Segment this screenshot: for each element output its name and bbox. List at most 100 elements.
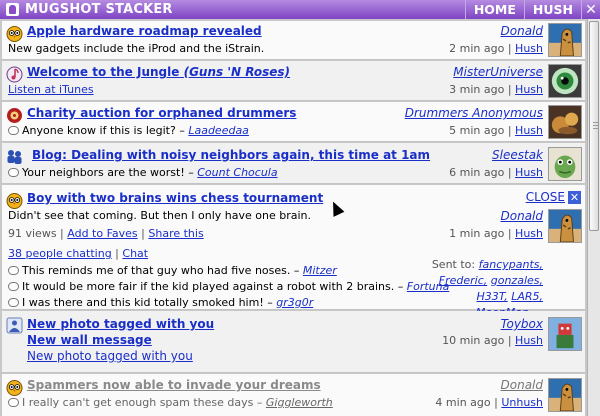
group-badge-icon bbox=[7, 108, 22, 123]
recipient-link[interactable]: gonzales, bbox=[491, 274, 543, 287]
item-headline[interactable]: Boy with two brains wins chess tournamen… bbox=[27, 191, 323, 205]
scrollbar-thumb[interactable] bbox=[589, 21, 599, 231]
comment-text: I was there and this kid totally smoked … bbox=[22, 296, 273, 309]
item-time: 10 min ago bbox=[442, 334, 505, 347]
owl-icon bbox=[6, 380, 23, 396]
meta-separator: | bbox=[490, 396, 502, 409]
share-link[interactable]: Share this bbox=[148, 227, 203, 240]
item-actions: 91 views | Add to Faves | Share this bbox=[8, 227, 204, 240]
item-comment: Anyone know if this is legit? – Laadeeda… bbox=[8, 124, 249, 137]
item-description: Didn't see that coming. But then I only … bbox=[8, 209, 311, 222]
list-item: Charity auction for orphaned drummers An… bbox=[2, 102, 585, 142]
list-item: Apple hardware roadmap revealed New gadg… bbox=[2, 21, 585, 60]
item-time: 3 min ago bbox=[449, 83, 505, 96]
hush-link[interactable]: Hush bbox=[515, 124, 543, 137]
item-headline[interactable]: New photo tagged with you bbox=[27, 317, 214, 331]
comment-text: Anyone know if this is legit? – bbox=[22, 124, 185, 137]
avatar[interactable] bbox=[548, 209, 582, 243]
item-sender[interactable]: Drummers Anonymous bbox=[405, 106, 543, 120]
chat-comment: This reminds me of that guy who had five… bbox=[8, 264, 337, 277]
chat-bubble-icon bbox=[8, 126, 19, 135]
item-sender[interactable]: MisterUniverse bbox=[453, 65, 543, 79]
music-note-icon bbox=[6, 66, 23, 83]
mugshot-logo-icon bbox=[6, 3, 19, 16]
meta-separator: | bbox=[504, 83, 516, 96]
recipient-link[interactable]: LAR5, bbox=[511, 290, 543, 303]
comment-author[interactable]: Laadeedaa bbox=[188, 124, 249, 137]
owl-icon bbox=[6, 26, 23, 42]
item-headline[interactable]: Blog: Dealing with noisy neighbors again… bbox=[32, 148, 430, 162]
people-chatting-link[interactable]: 38 people chatting bbox=[8, 247, 112, 260]
chat-comment: I was there and this kid totally smoked … bbox=[8, 296, 313, 309]
chat-comment: It would be more fair if the kid played … bbox=[8, 280, 449, 293]
avatar[interactable] bbox=[548, 105, 582, 139]
comment-text: It would be more fair if the kid played … bbox=[22, 280, 404, 293]
avatar[interactable] bbox=[548, 378, 582, 412]
close-x-icon[interactable]: ✕ bbox=[568, 190, 581, 204]
item-headline[interactable]: New photo tagged with you bbox=[27, 349, 193, 363]
list-item: Blog: Dealing with noisy neighbors again… bbox=[2, 143, 585, 184]
item-headline[interactable]: Spammers now able to invade your dreams bbox=[27, 378, 321, 392]
avatar[interactable] bbox=[548, 23, 582, 57]
comment-text: I really can't get enough spam these day… bbox=[22, 396, 263, 409]
hush-link[interactable]: Hush bbox=[515, 334, 543, 347]
chat-bubble-icon bbox=[8, 266, 19, 275]
list-item: Welcome to the Jungle (Guns 'N Roses) Li… bbox=[2, 61, 585, 101]
item-time: 2 min ago bbox=[449, 42, 505, 55]
recipient-link[interactable]: H33T, bbox=[477, 290, 508, 303]
sent-to-label: Sent to: bbox=[431, 258, 476, 271]
chat-bubble-icon bbox=[8, 282, 19, 291]
chat-bubble-icon bbox=[8, 298, 19, 307]
chat-actions: 38 people chatting | Chat bbox=[8, 247, 149, 260]
item-sender[interactable]: Donald bbox=[501, 378, 544, 392]
owl-icon bbox=[6, 193, 23, 209]
people-icon bbox=[7, 150, 22, 164]
unhush-link[interactable]: Unhush bbox=[501, 396, 543, 409]
listen-itunes-link[interactable]: Listen at iTunes bbox=[8, 83, 94, 96]
chat-bubble-icon bbox=[8, 168, 19, 177]
close-icon[interactable]: ✕ bbox=[581, 0, 600, 19]
recipient-link[interactable]: fancypants, bbox=[479, 258, 543, 271]
chat-link[interactable]: Chat bbox=[122, 247, 148, 260]
meta-separator: | bbox=[504, 334, 516, 347]
close-link[interactable]: CLOSE bbox=[526, 190, 565, 204]
comment-author[interactable]: Giggleworth bbox=[266, 396, 333, 409]
item-time: 1 min ago bbox=[449, 227, 505, 240]
avatar[interactable] bbox=[548, 64, 582, 98]
hush-link[interactable]: Hush bbox=[515, 227, 543, 240]
item-sender[interactable]: Sleestak bbox=[492, 148, 543, 162]
comment-author[interactable]: Mitzer bbox=[303, 264, 337, 277]
comment-author[interactable]: Count Chocula bbox=[197, 166, 277, 179]
avatar[interactable] bbox=[548, 147, 582, 181]
vertical-scrollbar[interactable] bbox=[587, 19, 600, 416]
item-headline[interactable]: Charity auction for orphaned drummers bbox=[27, 106, 296, 120]
hush-button[interactable]: HUSH bbox=[523, 0, 581, 19]
item-headline[interactable]: Apple hardware roadmap revealed bbox=[27, 24, 262, 38]
item-description: New gadgets include the iProd and the iS… bbox=[8, 42, 265, 55]
item-sender[interactable]: Toybox bbox=[501, 317, 543, 331]
list-item: New photo tagged with you New wall messa… bbox=[2, 311, 585, 373]
recipient-link[interactable]: Frederic, bbox=[439, 274, 488, 287]
mugshot-stacker-window: MUGSHOT STACKER HOME HUSH ✕ Apple hardwa… bbox=[0, 0, 600, 416]
item-comment: Your neighbors are the worst! – Count Ch… bbox=[8, 166, 278, 179]
comment-author[interactable]: gr3g0r bbox=[276, 296, 313, 309]
item-sender[interactable]: Donald bbox=[501, 24, 544, 38]
item-time: 4 min ago bbox=[435, 396, 491, 409]
headline-artist: (Guns 'N Roses) bbox=[183, 65, 291, 79]
add-to-faves-link[interactable]: Add to Faves bbox=[67, 227, 137, 240]
item-sender[interactable]: Donald bbox=[501, 209, 544, 223]
hush-link[interactable]: Hush bbox=[515, 83, 543, 96]
close-expanded[interactable]: CLOSE ✕ bbox=[526, 190, 581, 204]
item-comment: I really can't get enough spam these day… bbox=[8, 396, 333, 409]
comment-text: Your neighbors are the worst! – bbox=[22, 166, 194, 179]
headline-title: Welcome to the Jungle bbox=[27, 65, 180, 79]
comment-text: This reminds me of that guy who had five… bbox=[22, 264, 300, 277]
app-title: MUGSHOT STACKER bbox=[25, 2, 173, 17]
item-headline[interactable]: Welcome to the Jungle (Guns 'N Roses) bbox=[27, 65, 290, 79]
home-button[interactable]: HOME bbox=[464, 0, 524, 19]
hush-link[interactable]: Hush bbox=[515, 42, 543, 55]
title-bar: MUGSHOT STACKER HOME HUSH ✕ bbox=[0, 0, 600, 19]
hush-link[interactable]: Hush bbox=[515, 166, 543, 179]
avatar[interactable] bbox=[548, 317, 582, 351]
item-headline[interactable]: New wall message bbox=[27, 333, 152, 347]
